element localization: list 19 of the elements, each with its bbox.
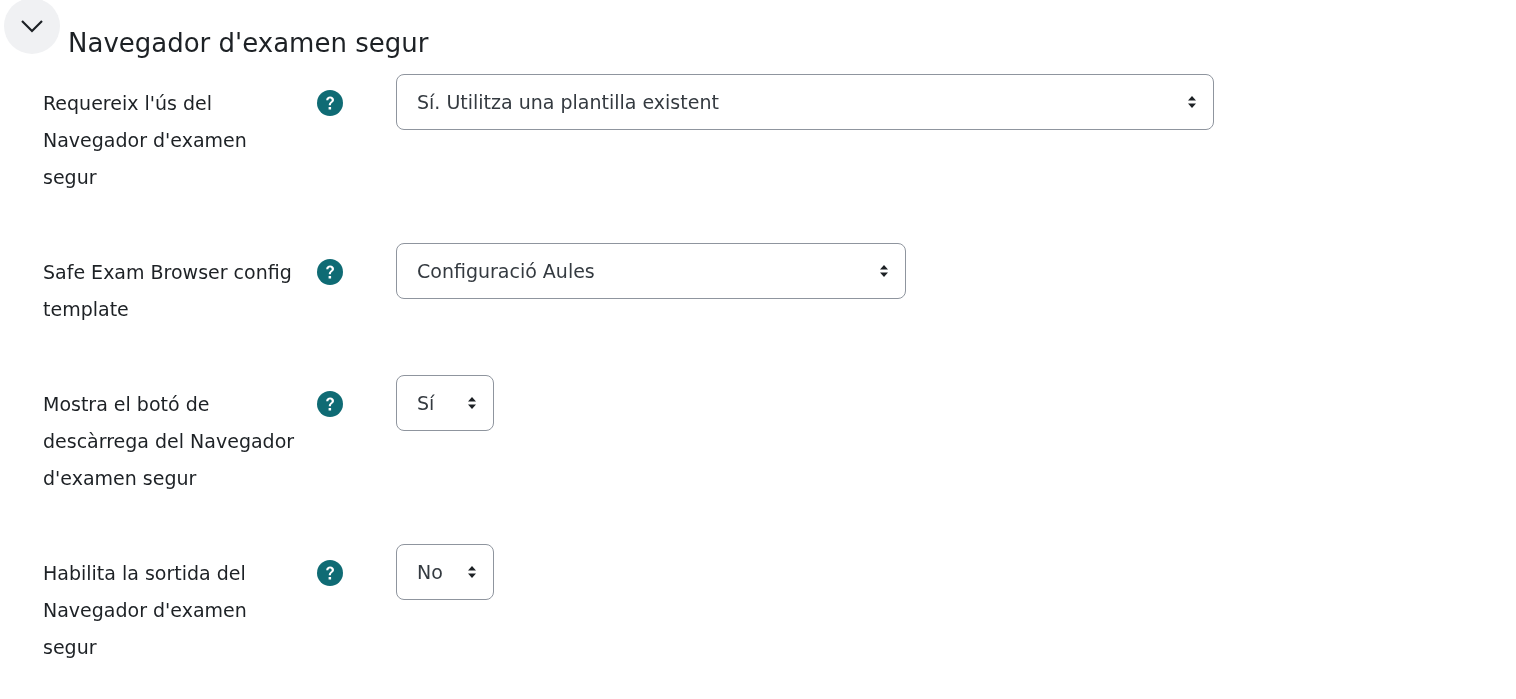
sort-caret-icon [1187,94,1197,110]
sort-caret-icon [879,263,889,279]
select-field[interactable]: No [396,544,494,600]
help-icon[interactable] [317,391,343,417]
collapse-button[interactable] [4,0,60,54]
select-field[interactable]: Configuració Aules [396,243,906,299]
section-title: Navegador d'examen segur [68,28,429,58]
field-label: Habilita la sortida del Navegador d'examen segur [43,561,248,660]
help-icon[interactable] [317,560,343,586]
chevron-down-icon [20,19,44,33]
help-icon[interactable] [317,90,343,116]
field-label: Requereix l'ús del Navegador d'examen segur [43,91,248,190]
select-field[interactable]: Sí [396,375,494,431]
field-label: Mostra el botó de descàrrega del Navegador d'examen segur [43,392,296,491]
select-field[interactable]: Sí. Utilitza una plantilla existent [396,74,1214,130]
sort-caret-icon [467,564,477,580]
help-icon[interactable] [317,259,343,285]
field-label: Safe Exam Browser config template [43,260,293,322]
sort-caret-icon [467,395,477,411]
